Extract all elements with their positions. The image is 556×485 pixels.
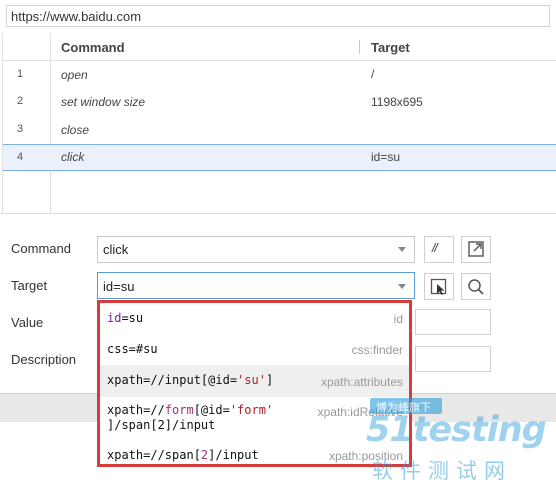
select-element-icon: [430, 278, 447, 295]
description-input[interactable]: [415, 346, 491, 372]
row-number: 3: [17, 123, 24, 135]
locator-type: css:finder: [351, 343, 403, 357]
command-combobox[interactable]: [97, 236, 415, 263]
target-value: id=su: [103, 279, 135, 294]
command-value: click: [103, 242, 129, 257]
locator-value: xpath=//input[@id='su']: [107, 373, 274, 387]
locator-value: id=su: [107, 311, 144, 325]
description-label: Description: [11, 352, 77, 367]
row-target: /: [371, 67, 375, 81]
chevron-down-icon[interactable]: [398, 284, 406, 289]
command-label: Command: [11, 241, 71, 256]
value-input[interactable]: [415, 309, 491, 335]
external-link-icon: [468, 241, 484, 257]
row-command: set window size: [61, 95, 146, 109]
locator-option[interactable]: xpath=//span[2]/input xpath:position: [100, 443, 409, 467]
table-bottom-divider: [0, 213, 556, 214]
locator-option[interactable]: css=#su css:finder: [100, 334, 409, 365]
comment-button[interactable]: [424, 236, 454, 263]
value-label: Value: [11, 315, 44, 330]
watermark-subtitle: 软件测试网: [372, 459, 512, 483]
header-target[interactable]: Target: [371, 40, 410, 55]
search-icon: [468, 279, 484, 295]
locator-type: id: [393, 312, 403, 326]
locator-type: xpath:attributes: [320, 375, 403, 389]
table-row-selected[interactable]: [3, 144, 556, 171]
row-command: click: [61, 150, 85, 164]
url-text: https://www.baidu.com: [11, 9, 142, 24]
row-number: 1: [17, 68, 24, 80]
locator-value: css=#su: [107, 342, 158, 356]
locator-value-line1: xpath=//form[@id='form': [107, 403, 274, 417]
locator-option[interactable]: xpath=//form[@id='form' ]/span[2]/input …: [100, 397, 409, 443]
row-number: 4: [17, 151, 24, 163]
target-locator-dropdown: id=su id css=#su css:finder xpath=//inpu…: [97, 300, 412, 467]
locator-value: xpath=//span[2]/input: [107, 448, 259, 462]
row-command: close: [61, 123, 90, 137]
row-command: open: [61, 68, 88, 82]
target-label: Target: [11, 278, 48, 293]
locator-option[interactable]: id=su id: [100, 303, 409, 334]
locator-value-line2: ]/span[2]/input: [107, 418, 216, 432]
locator-option-highlighted[interactable]: xpath=//input[@id='su'] xpath:attributes: [100, 365, 409, 397]
header-command[interactable]: Command: [61, 40, 125, 55]
target-combobox[interactable]: [97, 272, 415, 299]
row-number: 2: [17, 95, 24, 107]
comment-icon: //: [432, 241, 438, 255]
chevron-down-icon[interactable]: [398, 247, 406, 252]
watermark-logo: 51testing: [366, 410, 547, 450]
row-target: 1198x695: [371, 95, 423, 109]
column-separator[interactable]: [359, 40, 360, 54]
row-target: id=su: [371, 150, 401, 164]
